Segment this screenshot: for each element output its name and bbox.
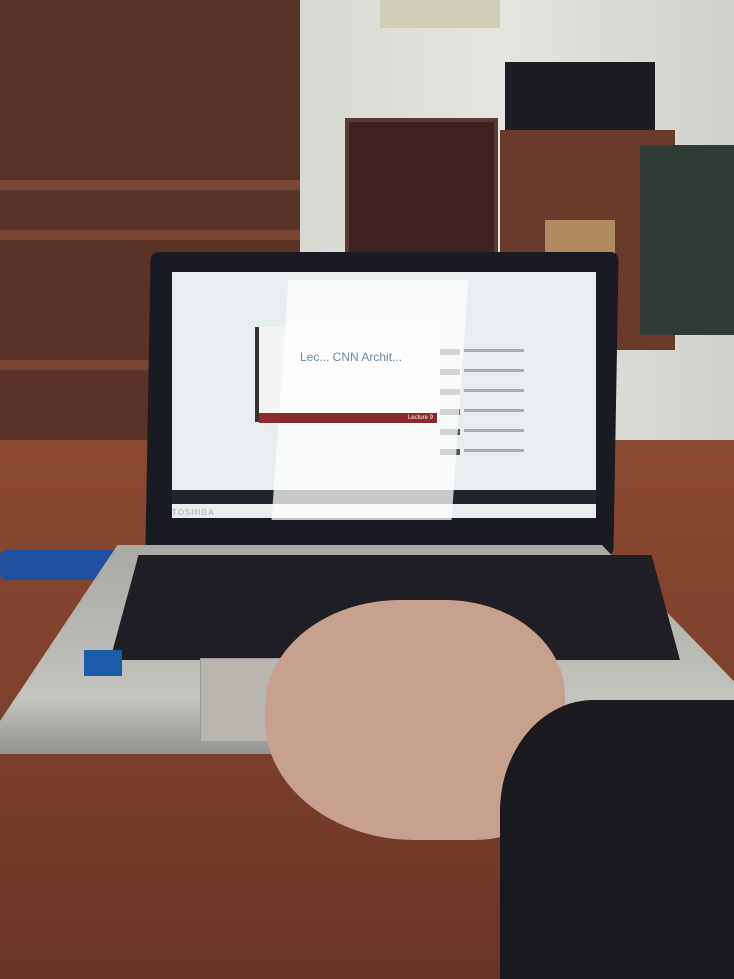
intel-sticker (84, 650, 122, 676)
video-caption-bar: Lecture 9 (259, 413, 437, 423)
equipment-box (505, 62, 655, 132)
screen-glare (271, 280, 469, 520)
blackboard (640, 145, 734, 335)
shelf-board (0, 230, 300, 240)
sleeve (500, 700, 734, 979)
air-conditioner (380, 0, 500, 28)
video-slide-title: Lec... CNN Archit... (300, 350, 403, 364)
shelf-board (0, 180, 300, 190)
brand-logo: TOSHIBA (172, 508, 215, 517)
